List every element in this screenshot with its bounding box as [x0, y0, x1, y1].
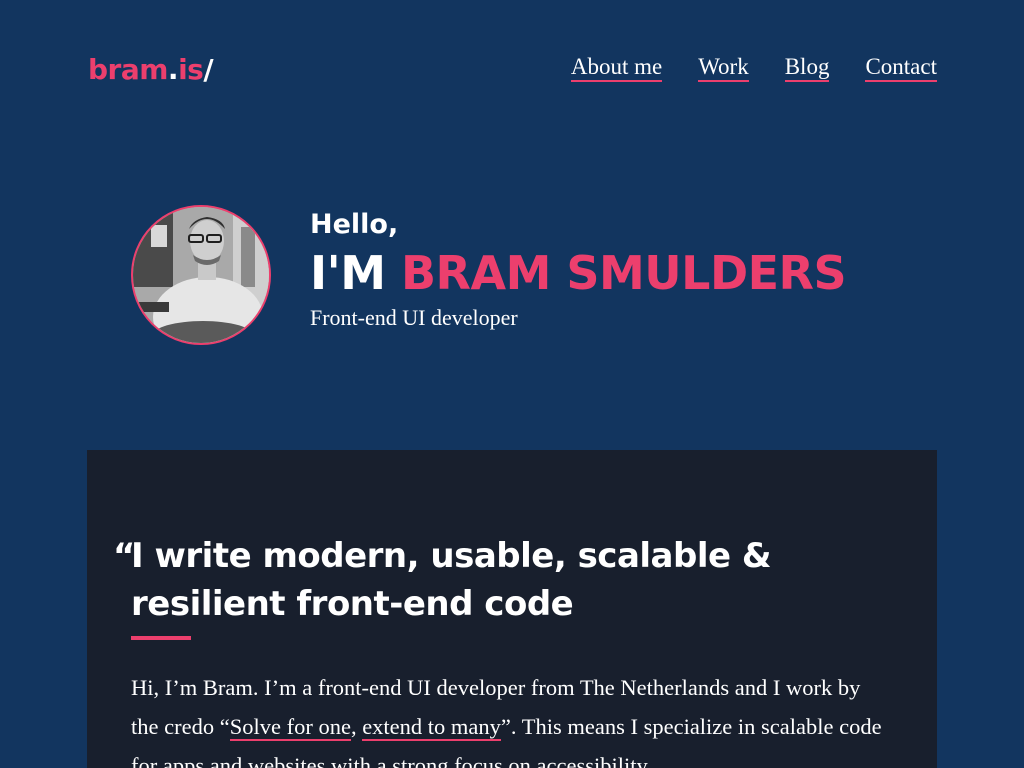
logo-text-bram: bram	[88, 53, 168, 86]
hero-name: I'M BRAM SMULDERS	[310, 245, 847, 301]
hero-intro: Hello, I'M BRAM SMULDERS Front-end UI de…	[310, 205, 847, 333]
profile-photo	[131, 205, 271, 345]
site-logo[interactable]: bram.is/	[88, 50, 214, 90]
nav-link-contact[interactable]: Contact	[865, 54, 937, 82]
about-quote: “I write modern, usable, scalable & resi…	[113, 532, 831, 628]
hero-role: Front-end UI developer	[310, 305, 518, 330]
intro-comma: ,	[350, 714, 363, 739]
extend-to-many-link[interactable]: extend to many	[362, 714, 501, 741]
hero-name-prefix: I'M	[310, 246, 401, 300]
hero-name-highlight: BRAM SMULDERS	[401, 246, 847, 300]
about-intro-paragraph: Hi, I’m Bram. I’m a front-end UI develop…	[131, 668, 891, 768]
solve-for-one-link[interactable]: Solve for one	[229, 714, 351, 741]
logo-dot: .	[167, 53, 179, 86]
logo-slash: /	[203, 53, 214, 86]
nav-link-blog[interactable]: Blog	[784, 54, 830, 82]
quote-text: I write modern, usable, scalable & resil…	[131, 536, 772, 624]
hero-greeting: Hello,	[310, 209, 399, 240]
about-card: “I write modern, usable, scalable & resi…	[87, 450, 937, 768]
nav-link-about-me[interactable]: About me	[570, 54, 663, 82]
quote-mark: “	[113, 536, 135, 576]
profile-photo-image	[133, 207, 269, 343]
quote-divider	[131, 636, 191, 640]
main-nav: About me Work Blog Contact	[570, 54, 937, 82]
nav-link-work[interactable]: Work	[698, 54, 749, 82]
logo-text-is: is	[178, 53, 204, 86]
